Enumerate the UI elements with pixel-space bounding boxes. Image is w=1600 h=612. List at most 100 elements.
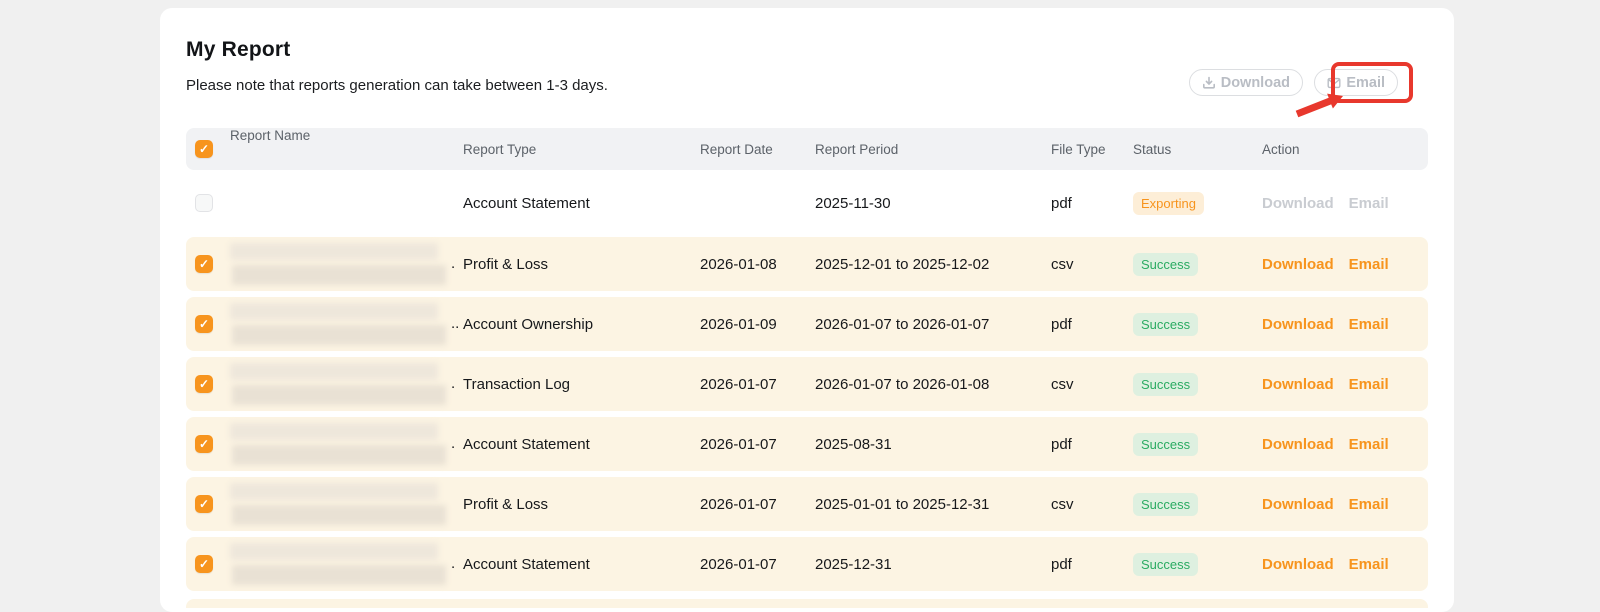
- redacted-report-name: [230, 243, 438, 260]
- report-name-cell: [230, 477, 463, 531]
- email-link[interactable]: Email: [1349, 496, 1389, 513]
- file-type-cell: pdf: [1051, 195, 1133, 212]
- report-period-cell: 2025-11-30: [815, 195, 1051, 212]
- report-date-cell: 2026-01-07: [700, 496, 815, 513]
- report-period-cell: 2026-01-07 to 2026-01-08: [815, 376, 1051, 393]
- page-title: My Report: [186, 38, 1428, 62]
- status-cell: Success: [1133, 433, 1262, 456]
- status-badge: Success: [1133, 253, 1198, 276]
- report-type-cell: Account Statement: [463, 556, 700, 573]
- report-name-ellipsis: ..: [451, 315, 459, 332]
- email-button[interactable]: Email: [1314, 69, 1398, 96]
- email-link[interactable]: Email: [1349, 436, 1389, 453]
- table-row: ✓. Profit & Loss2026-01-082025-12-01 to 2…: [186, 237, 1428, 291]
- action-cell: Download Email: [1262, 496, 1428, 513]
- redacted-report-name: [230, 303, 438, 320]
- redacted-report-name: [232, 445, 446, 465]
- report-date-cell: 2026-01-07: [700, 376, 815, 393]
- checkbox-cell: ✓: [186, 555, 230, 573]
- checkbox-cell: ✓: [186, 435, 230, 453]
- report-name-ellipsis: .: [451, 255, 455, 272]
- download-icon: [1202, 76, 1216, 90]
- status-cell: Success: [1133, 493, 1262, 516]
- table-row: Account Statement2025-11-30pdfExportingD…: [186, 170, 1428, 236]
- report-name-cell: .: [230, 237, 463, 291]
- header-report-period: Report Period: [815, 142, 1051, 157]
- status-cell: Success: [1133, 253, 1262, 276]
- row-checkbox[interactable]: ✓: [195, 555, 213, 573]
- email-link: Email: [1349, 195, 1389, 212]
- row-checkbox[interactable]: ✓: [195, 375, 213, 393]
- redacted-report-name: [232, 505, 446, 525]
- row-checkbox[interactable]: ✓: [195, 255, 213, 273]
- status-cell: Success: [1133, 373, 1262, 396]
- email-link[interactable]: Email: [1349, 256, 1389, 273]
- download-link[interactable]: Download: [1262, 436, 1334, 453]
- status-badge: Success: [1133, 493, 1198, 516]
- table-row: ✓.Transaction Log2026-01-072026-01-07 to…: [186, 357, 1428, 411]
- status-badge: Success: [1133, 433, 1198, 456]
- header-report-date: Report Date: [700, 142, 815, 157]
- report-name-ellipsis: .: [451, 375, 455, 392]
- report-type-cell: Profit & Loss: [463, 496, 700, 513]
- table-row: ✓.Account Statement2026-01-072025-12-31p…: [186, 537, 1428, 591]
- report-period-cell: 2025-01-01 to 2025-12-31: [815, 496, 1051, 513]
- redacted-report-name: [232, 385, 446, 405]
- header-report-type: Report Type: [463, 142, 700, 157]
- report-name-cell: [230, 170, 463, 236]
- report-name-ellipsis: .: [451, 555, 455, 572]
- file-type-cell: csv: [1051, 496, 1133, 513]
- status-cell: Success: [1133, 313, 1262, 336]
- file-type-cell: pdf: [1051, 316, 1133, 333]
- file-type-cell: pdf: [1051, 556, 1133, 573]
- toolbar: Download Email: [186, 69, 1428, 99]
- status-cell: Success: [1133, 553, 1262, 576]
- download-link[interactable]: Download: [1262, 496, 1334, 513]
- email-link[interactable]: Email: [1349, 316, 1389, 333]
- report-period-cell: 2026-01-07 to 2026-01-07: [815, 316, 1051, 333]
- email-link[interactable]: Email: [1349, 376, 1389, 393]
- download-link[interactable]: Download: [1262, 256, 1334, 273]
- action-cell: Download Email: [1262, 436, 1428, 453]
- table-row: ✓..Account Ownership2026-01-092026-01-07…: [186, 297, 1428, 351]
- report-name-ellipsis: .: [451, 435, 455, 452]
- my-report-card: My Report Please note that reports gener…: [160, 8, 1454, 612]
- download-link[interactable]: Download: [1262, 316, 1334, 333]
- report-period-cell: 2025-12-31: [815, 556, 1051, 573]
- report-date-cell: 2026-01-09: [700, 316, 815, 333]
- report-type-cell: Profit & Loss: [463, 256, 700, 273]
- report-date-cell: 2026-01-08: [700, 256, 815, 273]
- redacted-report-name: [232, 565, 446, 585]
- row-checkbox[interactable]: ✓: [195, 495, 213, 513]
- download-button[interactable]: Download: [1189, 69, 1303, 96]
- status-badge: Success: [1133, 553, 1198, 576]
- table-row: ✓ Profit & Loss2026-01-072025-01-01 to 20…: [186, 477, 1428, 531]
- redacted-report-name: [230, 483, 438, 500]
- table-header-row: ✓ Report Name Report Type Report Date Re…: [186, 128, 1428, 170]
- report-type-cell: Account Statement: [463, 436, 700, 453]
- file-type-cell: csv: [1051, 256, 1133, 273]
- checkbox-cell: ✓: [186, 495, 230, 513]
- row-checkbox[interactable]: ✓: [195, 315, 213, 333]
- status-badge: Success: [1133, 313, 1198, 336]
- row-checkbox[interactable]: ✓: [195, 435, 213, 453]
- row-checkbox[interactable]: [195, 194, 213, 212]
- file-type-cell: pdf: [1051, 436, 1133, 453]
- header-file-type: File Type: [1051, 142, 1133, 157]
- report-name-cell: .: [230, 357, 463, 411]
- download-link: Download: [1262, 195, 1334, 212]
- redacted-report-name: [232, 265, 446, 285]
- table-row-partial: [186, 599, 1428, 608]
- download-link[interactable]: Download: [1262, 376, 1334, 393]
- action-cell: Download Email: [1262, 556, 1428, 573]
- action-cell: Download Email: [1262, 256, 1428, 273]
- report-period-cell: 2025-12-01 to 2025-12-02: [815, 256, 1051, 273]
- email-link[interactable]: Email: [1349, 556, 1389, 573]
- download-link[interactable]: Download: [1262, 556, 1334, 573]
- reports-table: ✓ Report Name Report Type Report Date Re…: [186, 128, 1428, 608]
- action-cell: Download Email: [1262, 195, 1428, 212]
- select-all-checkbox[interactable]: ✓: [195, 140, 213, 158]
- table-body: Account Statement2025-11-30pdfExportingD…: [186, 170, 1428, 591]
- email-button-label: Email: [1346, 75, 1385, 91]
- checkbox-cell: ✓: [186, 255, 230, 273]
